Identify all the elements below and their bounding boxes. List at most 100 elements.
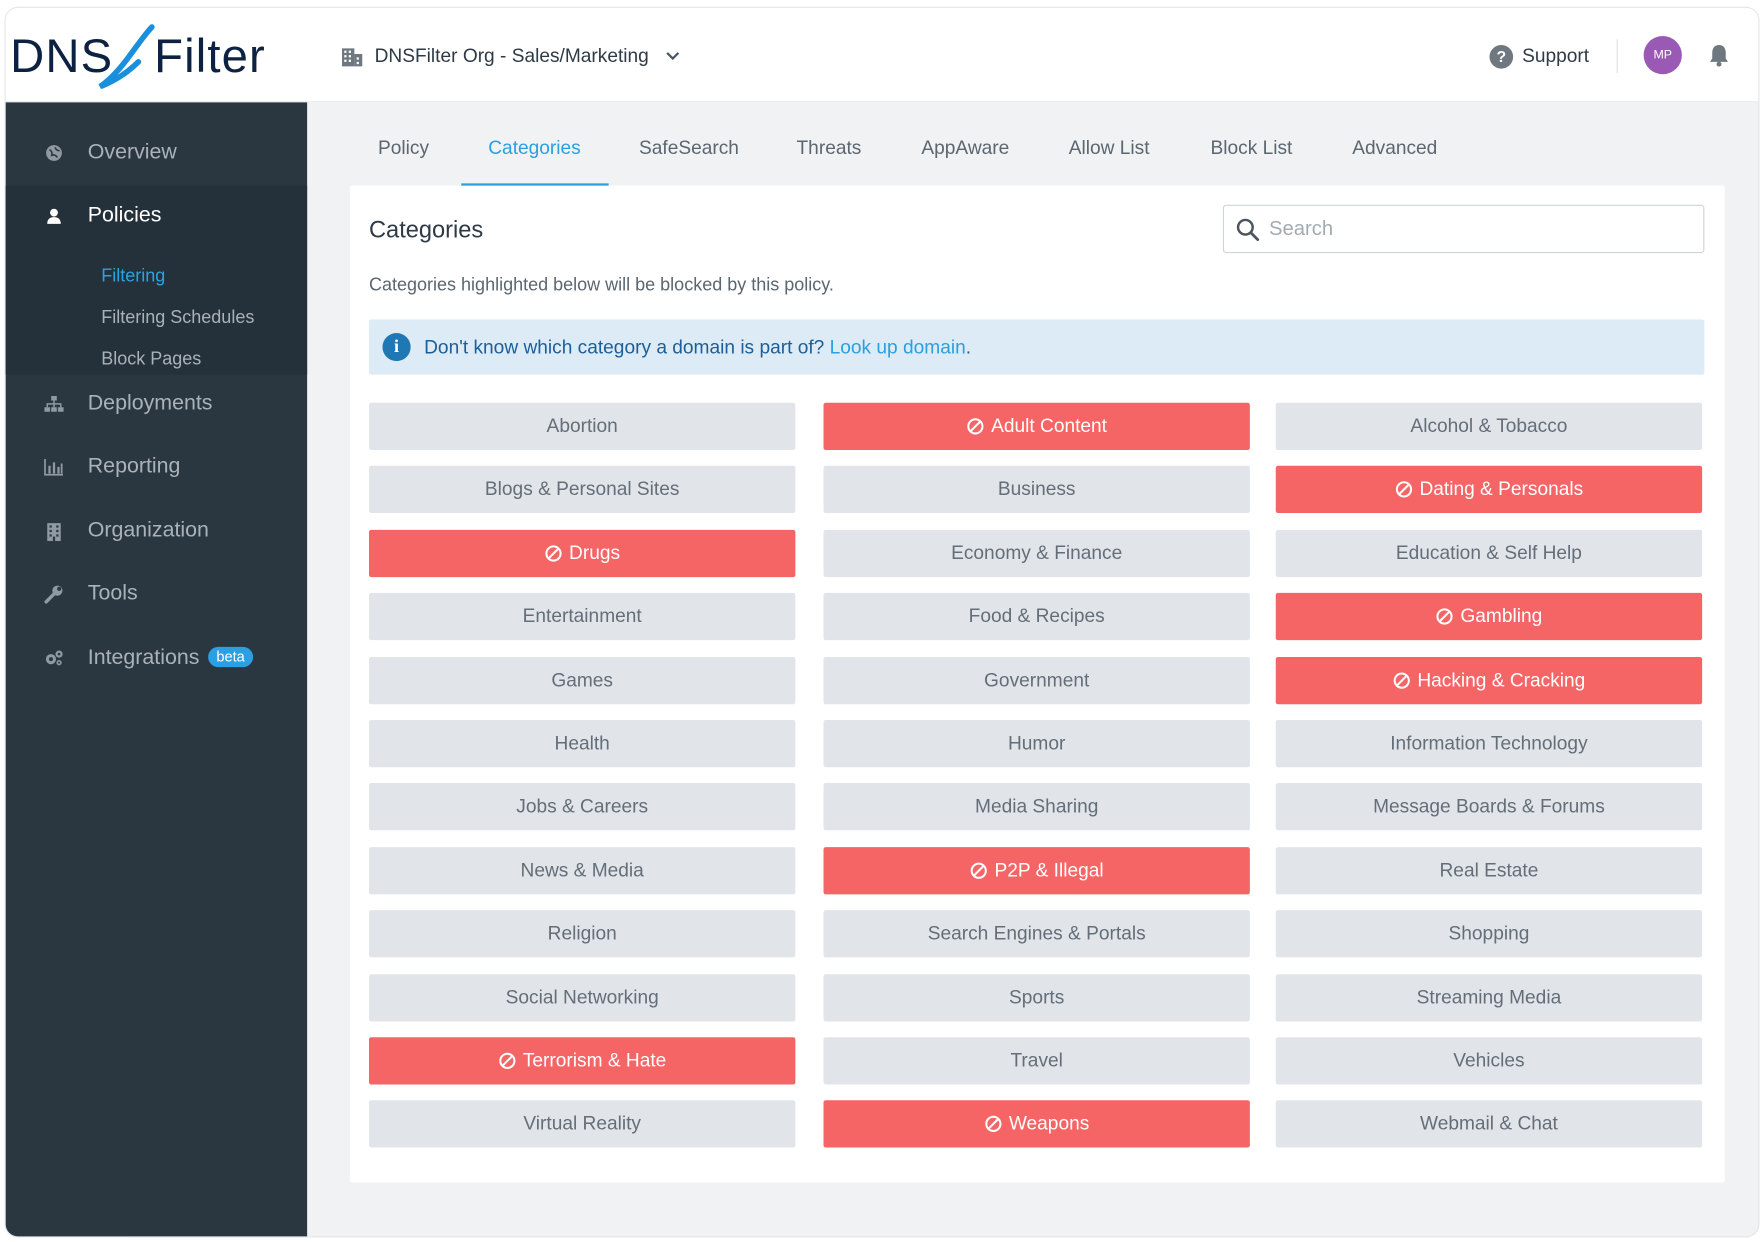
category-label: Search Engines & Portals	[927, 922, 1146, 944]
org-selector[interactable]: DNSFilter Org - Sales/Marketing	[341, 42, 680, 71]
tab-policy[interactable]: Policy	[378, 137, 429, 160]
sidebar-item-label: Organization	[87, 518, 209, 543]
category-label: Food & Recipes	[968, 605, 1105, 627]
category-adult-content[interactable]: Adult Content	[823, 402, 1250, 450]
category-dating-and-personals[interactable]: Dating & Personals	[1275, 465, 1703, 513]
category-blogs-and-personal-sites[interactable]: Blogs & Personal Sites	[369, 465, 796, 513]
category-drugs[interactable]: Drugs	[369, 529, 796, 578]
user-icon	[44, 206, 64, 226]
sidebar-item-label: Reporting	[87, 454, 181, 479]
category-label: Economy & Finance	[951, 542, 1123, 564]
category-media-sharing[interactable]: Media Sharing	[823, 783, 1250, 831]
category-real-estate[interactable]: Real Estate	[1275, 847, 1703, 895]
category-search-engines-and-portals[interactable]: Search Engines & Portals	[823, 910, 1250, 958]
category-hacking-and-cracking[interactable]: Hacking & Cracking	[1275, 657, 1703, 705]
top-header: DNS Filter DNSFilter Org - Sales/Marketi…	[5, 7, 1759, 103]
beta-badge: beta	[208, 646, 253, 668]
info-period: .	[965, 336, 972, 358]
category-p2p-and-illegal[interactable]: P2P & Illegal	[823, 847, 1250, 895]
category-government[interactable]: Government	[823, 657, 1250, 705]
tab-allow-list[interactable]: Allow List	[1069, 137, 1150, 160]
support-link[interactable]: ? Support	[1489, 42, 1590, 71]
sidebar-item-tools[interactable]: Tools	[6, 565, 308, 624]
category-games[interactable]: Games	[369, 657, 796, 705]
category-abortion[interactable]: Abortion	[369, 402, 796, 450]
category-information-technology[interactable]: Information Technology	[1275, 720, 1703, 768]
category-shopping[interactable]: Shopping	[1275, 910, 1703, 958]
sidebar-item-deployments[interactable]: Deployments	[6, 375, 308, 434]
category-webmail-and-chat[interactable]: Webmail & Chat	[1275, 1100, 1703, 1148]
support-label: Support	[1522, 45, 1590, 67]
category-sports[interactable]: Sports	[823, 974, 1250, 1022]
category-label: Hacking & Cracking	[1417, 669, 1586, 691]
category-social-networking[interactable]: Social Networking	[369, 974, 796, 1022]
category-food-and-recipes[interactable]: Food & Recipes	[823, 592, 1250, 641]
category-label: Virtual Reality	[523, 1112, 642, 1134]
info-text: Don't know which category a domain is pa…	[424, 336, 825, 358]
category-entertainment[interactable]: Entertainment	[369, 592, 796, 641]
user-avatar[interactable]: MP	[1643, 36, 1682, 75]
header-divider	[1616, 39, 1618, 74]
category-humor[interactable]: Humor	[823, 720, 1250, 768]
category-label: Media Sharing	[975, 795, 1099, 817]
bell-icon[interactable]	[1707, 43, 1732, 68]
block-icon	[967, 418, 984, 435]
tab-safesearch[interactable]: SafeSearch	[639, 137, 739, 160]
category-vehicles[interactable]: Vehicles	[1275, 1037, 1703, 1085]
sidebar-item-label: Overview	[87, 140, 177, 165]
block-icon	[1393, 672, 1410, 689]
category-religion[interactable]: Religion	[369, 910, 796, 958]
logo-text-filter: Filter	[154, 30, 266, 83]
cogs-icon	[44, 648, 64, 668]
dnsfilter-logo[interactable]: DNS Filter	[10, 24, 305, 89]
category-business[interactable]: Business	[823, 465, 1250, 513]
category-label: Business	[997, 478, 1076, 500]
building-icon	[341, 45, 364, 68]
category-health[interactable]: Health	[369, 720, 796, 768]
sidebar-item-overview[interactable]: Overview	[6, 124, 308, 183]
category-label: Real Estate	[1439, 859, 1539, 881]
sidebar-item-integrations[interactable]: Integrations beta	[6, 629, 308, 688]
sidebar-subitem-block-pages[interactable]: Block Pages	[101, 350, 201, 370]
category-weapons[interactable]: Weapons	[823, 1100, 1250, 1148]
bar-chart-icon	[44, 457, 64, 477]
category-label: Games	[551, 669, 614, 691]
category-label: Travel	[1010, 1049, 1063, 1071]
category-streaming-media[interactable]: Streaming Media	[1275, 974, 1703, 1022]
category-label: Information Technology	[1390, 732, 1588, 754]
tab-threats[interactable]: Threats	[797, 137, 862, 160]
category-label: Vehicles	[1453, 1049, 1525, 1071]
category-label: Social Networking	[505, 986, 659, 1008]
page-title: Categories	[369, 217, 484, 243]
category-label: Weapons	[1008, 1112, 1090, 1134]
sidebar-item-organization[interactable]: Organization	[6, 502, 308, 561]
category-message-boards-and-forums[interactable]: Message Boards & Forums	[1275, 783, 1703, 831]
tab-appaware[interactable]: AppAware	[921, 137, 1009, 160]
chevron-down-icon	[665, 48, 681, 64]
tab-block-list[interactable]: Block List	[1211, 137, 1293, 160]
category-label: Entertainment	[522, 605, 642, 627]
category-jobs-and-careers[interactable]: Jobs & Careers	[369, 783, 796, 831]
help-circle-icon: ?	[1489, 44, 1514, 69]
category-news-and-media[interactable]: News & Media	[369, 847, 796, 895]
category-travel[interactable]: Travel	[823, 1037, 1250, 1085]
category-alcohol-and-tobacco[interactable]: Alcohol & Tobacco	[1275, 402, 1703, 450]
wrench-icon	[44, 584, 64, 604]
category-virtual-reality[interactable]: Virtual Reality	[369, 1100, 796, 1148]
category-label: Message Boards & Forums	[1373, 795, 1605, 817]
search-box[interactable]	[1222, 204, 1705, 254]
category-education-and-self-help[interactable]: Education & Self Help	[1275, 529, 1703, 578]
category-economy-and-finance[interactable]: Economy & Finance	[823, 529, 1250, 578]
sidebar-item-reporting[interactable]: Reporting	[6, 438, 308, 497]
search-input[interactable]	[1269, 205, 1697, 252]
block-icon	[1395, 481, 1412, 498]
sidebar-item-policies[interactable]: Policies	[6, 187, 308, 246]
lookup-domain-link[interactable]: Look up domain	[830, 336, 966, 357]
category-terrorism-and-hate[interactable]: Terrorism & Hate	[369, 1037, 796, 1085]
tab-categories[interactable]: Categories	[488, 137, 580, 160]
tab-advanced[interactable]: Advanced	[1352, 137, 1437, 160]
sidebar-subitem-filtering[interactable]: Filtering	[101, 267, 165, 287]
category-label: Government	[984, 669, 1090, 691]
category-gambling[interactable]: Gambling	[1275, 592, 1703, 641]
sidebar-subitem-filtering-schedules[interactable]: Filtering Schedules	[101, 308, 254, 328]
